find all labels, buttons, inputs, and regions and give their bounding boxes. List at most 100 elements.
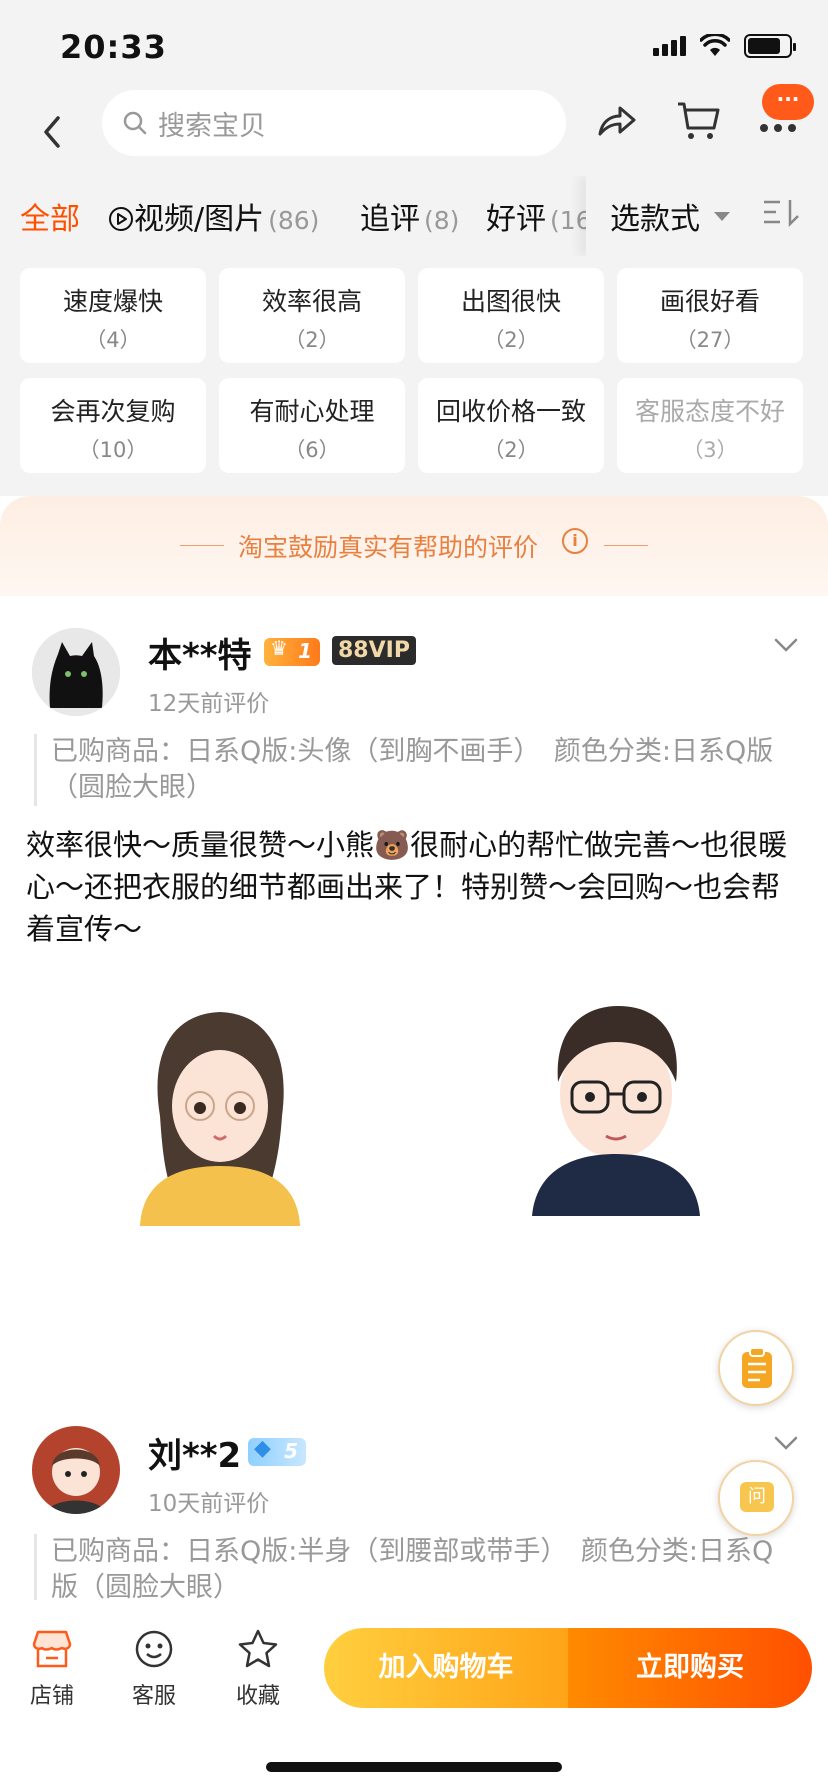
style-filter-label: 选款式 xyxy=(610,202,700,237)
style-filter[interactable]: 选款式 xyxy=(586,176,828,256)
review-list-fab[interactable] xyxy=(718,1330,794,1406)
tag-count: （2） xyxy=(284,328,340,352)
status-time: 20:33 xyxy=(60,28,167,66)
search-placeholder: 搜索宝贝 xyxy=(158,110,266,142)
review-card: 刘**2 ◆ 5 10天前评价 已购商品：日系Q版:半身（到腰部或带手） 颜色分… xyxy=(0,1400,828,1600)
tab-media-label: 视频/图片 xyxy=(134,202,265,237)
tag-label: 效率很高 xyxy=(261,287,362,316)
tab-positive[interactable]: 好评 (16 xyxy=(486,194,592,238)
divider-right xyxy=(604,545,648,546)
status-bar: 20:33 xyxy=(0,0,828,90)
sort-icon[interactable] xyxy=(762,198,802,228)
ask-fab[interactable]: 问 xyxy=(718,1460,794,1536)
tag-count: （2） xyxy=(483,328,539,352)
tag-chip[interactable]: 客服态度不好 （3） xyxy=(617,378,803,473)
review-text: 效率很快～质量很赞～小熊🐻很耐心的帮忙做完善～也很暖心～还把衣服的细节都画出来了… xyxy=(26,828,788,946)
info-icon[interactable]: i xyxy=(562,528,588,554)
service-icon xyxy=(135,1630,173,1668)
tab-positive-label: 好评 xyxy=(486,202,546,237)
tag-chip[interactable]: 出图很快 （2） xyxy=(418,268,604,363)
search-icon xyxy=(123,111,147,135)
review-photo[interactable] xyxy=(130,996,310,1226)
tag-label: 出图很快 xyxy=(460,287,561,316)
share-icon[interactable] xyxy=(594,100,638,144)
review-date: 12天前评价 xyxy=(148,691,270,717)
chevron-down-icon[interactable] xyxy=(774,1436,798,1450)
review-card: 本**特 ♛ 1 88VIP 12天前评价 已购商品：日系Q版:头像（到胸不画手… xyxy=(0,596,828,1356)
diamond-icon: ◆ xyxy=(254,1436,271,1461)
clipboard-icon xyxy=(742,1347,772,1388)
tag-count: （6） xyxy=(284,438,340,462)
crown-icon: ♛ xyxy=(270,636,288,660)
vip-badge: 88VIP xyxy=(332,636,416,665)
girl-portrait-illustration xyxy=(140,1012,300,1226)
review-tabs: 全部 视频/图片 (86) 追评 (8) 好评 (16 选款式 xyxy=(0,176,828,256)
back-arrow-icon[interactable] xyxy=(36,112,68,152)
tag-count: （27） xyxy=(675,328,745,352)
caret-down-icon xyxy=(714,212,730,221)
tab-followup-label: 追评 xyxy=(360,202,420,237)
member-level-badge: ◆ 5 xyxy=(248,1436,306,1466)
tag-chip[interactable]: 回收价格一致 （2） xyxy=(418,378,604,473)
tag-chip[interactable]: 有耐心处理 （6） xyxy=(219,378,405,473)
tag-count: （3） xyxy=(682,438,738,462)
divider-left xyxy=(180,545,224,546)
tab-followup[interactable]: 追评 (8) xyxy=(360,194,459,238)
buy-now-button[interactable]: 立即购买 xyxy=(568,1628,812,1708)
tab-followup-count: (8) xyxy=(424,206,460,235)
favorite-button[interactable]: 收藏 xyxy=(218,1628,298,1710)
status-icons xyxy=(653,34,796,58)
tab-all[interactable]: 全部 xyxy=(20,194,80,238)
tag-label: 画很好看 xyxy=(659,287,760,316)
service-label: 客服 xyxy=(131,1684,176,1709)
favorite-label: 收藏 xyxy=(235,1684,280,1709)
customer-service-button[interactable]: 客服 xyxy=(114,1628,194,1710)
reviewer-name: 刘**2 xyxy=(148,1436,242,1476)
chevron-down-icon[interactable] xyxy=(774,638,798,652)
purchased-item: 已购商品：日系Q版:半身（到腰部或带手） 颜色分类:日系Q版（圆脸大眼） xyxy=(34,1534,794,1600)
banner-text: 淘宝鼓励真实有帮助的评价 xyxy=(238,533,539,562)
shop-label: 店铺 xyxy=(29,1684,74,1709)
review-tag-grid: 速度爆快 （4） 效率很高 （2） 出图很快 （2） 画很好看 （27） 会再次… xyxy=(0,256,828,496)
avatar[interactable] xyxy=(32,1426,120,1514)
member-level: 5 xyxy=(284,1439,298,1463)
tab-all-label: 全部 xyxy=(20,202,80,237)
home-indicator xyxy=(266,1762,562,1772)
tag-chip[interactable]: 效率很高 （2） xyxy=(219,268,405,363)
search-input[interactable]: 搜索宝贝 xyxy=(102,90,566,156)
tag-chip[interactable]: 会再次复购 （10） xyxy=(20,378,206,473)
boy-portrait-illustration xyxy=(532,1006,700,1216)
tab-media-count: (86) xyxy=(268,206,320,235)
message-badge[interactable]: ··· xyxy=(762,84,814,120)
tag-label: 会再次复购 xyxy=(50,397,176,426)
tag-chip[interactable]: 速度爆快 （4） xyxy=(20,268,206,363)
tag-count: （10） xyxy=(78,438,148,462)
signal-icon xyxy=(653,36,686,56)
review-photo[interactable] xyxy=(526,986,706,1216)
avatar[interactable] xyxy=(32,628,120,716)
cart-icon[interactable] xyxy=(676,98,720,144)
reviewer-name: 本**特 xyxy=(148,636,252,676)
authentic-review-banner: 淘宝鼓励真实有帮助的评价 i xyxy=(0,496,828,596)
tag-chip[interactable]: 画很好看 （27） xyxy=(617,268,803,363)
tab-media[interactable]: 视频/图片 (86) xyxy=(108,194,319,238)
shop-icon xyxy=(32,1630,72,1668)
tag-count: （4） xyxy=(85,328,141,352)
purchased-item: 已购商品：日系Q版:头像（到胸不画手） 颜色分类:日系Q版（圆脸大眼） xyxy=(34,734,794,806)
member-level: 1 xyxy=(298,639,312,663)
member-level-badge: ♛ 1 xyxy=(264,636,320,666)
tag-count: （2） xyxy=(483,438,539,462)
illustrated-avatar-icon xyxy=(32,1426,120,1514)
play-icon xyxy=(109,207,133,231)
tag-label: 有耐心处理 xyxy=(249,397,375,426)
tag-label: 速度爆快 xyxy=(62,287,163,316)
cat-avatar-icon xyxy=(32,628,120,716)
shop-button[interactable]: 店铺 xyxy=(12,1628,92,1710)
add-to-cart-button[interactable]: 加入购物车 xyxy=(324,1628,568,1708)
ask-icon: 问 xyxy=(740,1482,774,1512)
top-nav: 搜索宝贝 ··· xyxy=(0,84,828,176)
wifi-icon xyxy=(700,34,730,56)
tag-label: 回收价格一致 xyxy=(435,397,586,426)
tag-label: 客服态度不好 xyxy=(634,397,785,426)
review-date: 10天前评价 xyxy=(148,1491,270,1517)
